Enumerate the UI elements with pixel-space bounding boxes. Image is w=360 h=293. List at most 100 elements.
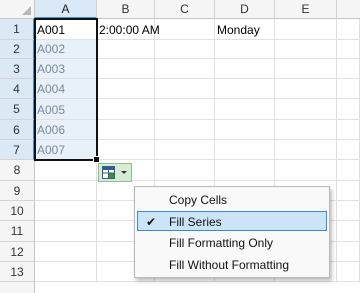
cell-d1-value: Monday [217,23,260,37]
cell-b2[interactable] [97,40,155,59]
cell-e2[interactable] [275,40,337,59]
cell-b5[interactable] [97,99,155,120]
cell-e1[interactable] [275,19,337,40]
cell-a7-value: A007 [37,143,66,157]
cell-a12[interactable] [35,242,97,262]
cell-e6[interactable] [275,120,337,140]
cell-f6[interactable] [337,120,360,140]
cell-f4[interactable] [337,79,360,99]
cell-a3[interactable]: A003 [35,59,97,79]
cell-d8[interactable] [215,160,275,181]
cell-e3[interactable] [275,59,337,79]
row-header-14[interactable] [0,282,35,293]
cell-a3-value: A003 [37,62,66,76]
row-header-12[interactable]: 12 [0,242,35,262]
cell-b3[interactable] [97,59,155,79]
cell-a7[interactable]: A007 [35,140,97,160]
cell-a11[interactable] [35,221,97,242]
cell-a1-value: A001 [37,23,66,37]
column-header-d[interactable]: D [215,0,275,19]
row-header-7[interactable]: 7 [0,140,35,160]
cell-e8[interactable] [275,160,337,181]
cell-a4-value: A004 [37,82,66,96]
cell-c1[interactable] [155,19,215,40]
cell-c5[interactable] [155,99,215,120]
menu-item-fill-series[interactable]: ✔ Fill Series [137,211,327,231]
menu-item-copy-cells-label: Copy Cells [169,193,228,207]
cell-b4[interactable] [97,79,155,99]
cell-c6[interactable] [155,120,215,140]
column-header-b[interactable]: B [97,0,155,19]
row-header-11[interactable]: 11 [0,221,35,242]
fill-handle[interactable] [93,156,100,163]
row-header-1[interactable]: 1 [0,19,35,40]
row-header-8[interactable]: 8 [0,160,35,181]
cell-f5[interactable] [337,99,360,120]
cell-d5[interactable] [215,99,275,120]
menu-item-copy-cells[interactable]: Copy Cells [137,190,327,210]
cell-d6[interactable] [215,120,275,140]
column-header-c[interactable]: C [155,0,215,19]
cell-a5[interactable]: A005 [35,99,97,120]
cell-f10[interactable] [337,201,360,221]
menu-item-fill-formatting-only[interactable]: Fill Formatting Only [137,233,327,253]
row-header-2[interactable]: 2 [0,40,35,59]
cell-d4[interactable] [215,79,275,99]
cell-d2[interactable] [215,40,275,59]
cell-f11[interactable] [337,221,360,242]
cell-a2[interactable]: A002 [35,40,97,59]
row-header-3[interactable]: 3 [0,59,35,79]
cell-b1[interactable]: 2:00:00 AM [97,19,160,40]
cell-f9[interactable] [337,181,360,201]
row-header-13[interactable]: 13 [0,262,35,282]
cell-b6[interactable] [97,120,155,140]
cell-f13[interactable] [337,262,360,282]
select-all-triangle-icon [22,6,31,15]
cell-e7[interactable] [275,140,337,160]
cell-f7[interactable] [337,140,360,160]
column-header-a[interactable]: A [35,0,97,19]
cell-a1[interactable]: A001 [35,19,97,40]
auto-fill-options-menu: Copy Cells ✔ Fill Series Fill Formatting … [134,186,330,278]
cell-e4[interactable] [275,79,337,99]
cell-a10[interactable] [35,201,97,221]
cell-d3[interactable] [215,59,275,79]
cell-a2-value: A002 [37,42,66,56]
cell-a5-value: A005 [37,103,66,117]
cell-c4[interactable] [155,79,215,99]
row-header-6[interactable]: 6 [0,120,35,140]
menu-item-fill-series-label: Fill Series [169,215,222,229]
row-header-9[interactable]: 9 [0,181,35,201]
cell-c7[interactable] [155,140,215,160]
cell-f8[interactable] [337,160,360,181]
cell-b1-value: 2:00:00 AM [99,23,160,37]
column-header-e[interactable]: E [275,0,337,19]
cell-c3[interactable] [155,59,215,79]
cell-d7[interactable] [215,140,275,160]
cell-a6[interactable]: A006 [35,120,97,140]
autofill-options-icon [102,166,115,179]
cell-f12[interactable] [337,242,360,262]
cell-a9[interactable] [35,181,97,201]
cell-f1[interactable] [337,19,360,40]
cell-c8[interactable] [155,160,215,181]
cell-f3[interactable] [337,59,360,79]
cell-e5[interactable] [275,99,337,120]
chevron-down-icon [121,171,127,174]
cell-a4[interactable]: A004 [35,79,97,99]
cell-a13[interactable] [35,262,97,282]
cell-f2[interactable] [337,40,360,59]
menu-item-fill-without-formatting-label: Fill Without Formatting [169,258,290,272]
select-all-corner[interactable] [0,0,35,19]
row-header-4[interactable]: 4 [0,79,35,99]
cell-a6-value: A006 [37,123,66,137]
row-header-10[interactable]: 10 [0,201,35,221]
column-header-f[interactable] [337,0,360,19]
cell-c2[interactable] [155,40,215,59]
auto-fill-options-button[interactable] [98,163,132,182]
cell-b7[interactable] [97,140,155,160]
cell-a8[interactable] [35,160,97,181]
menu-item-fill-without-formatting[interactable]: Fill Without Formatting [137,255,327,275]
cell-d1[interactable]: Monday [215,19,275,40]
row-header-5[interactable]: 5 [0,99,35,120]
